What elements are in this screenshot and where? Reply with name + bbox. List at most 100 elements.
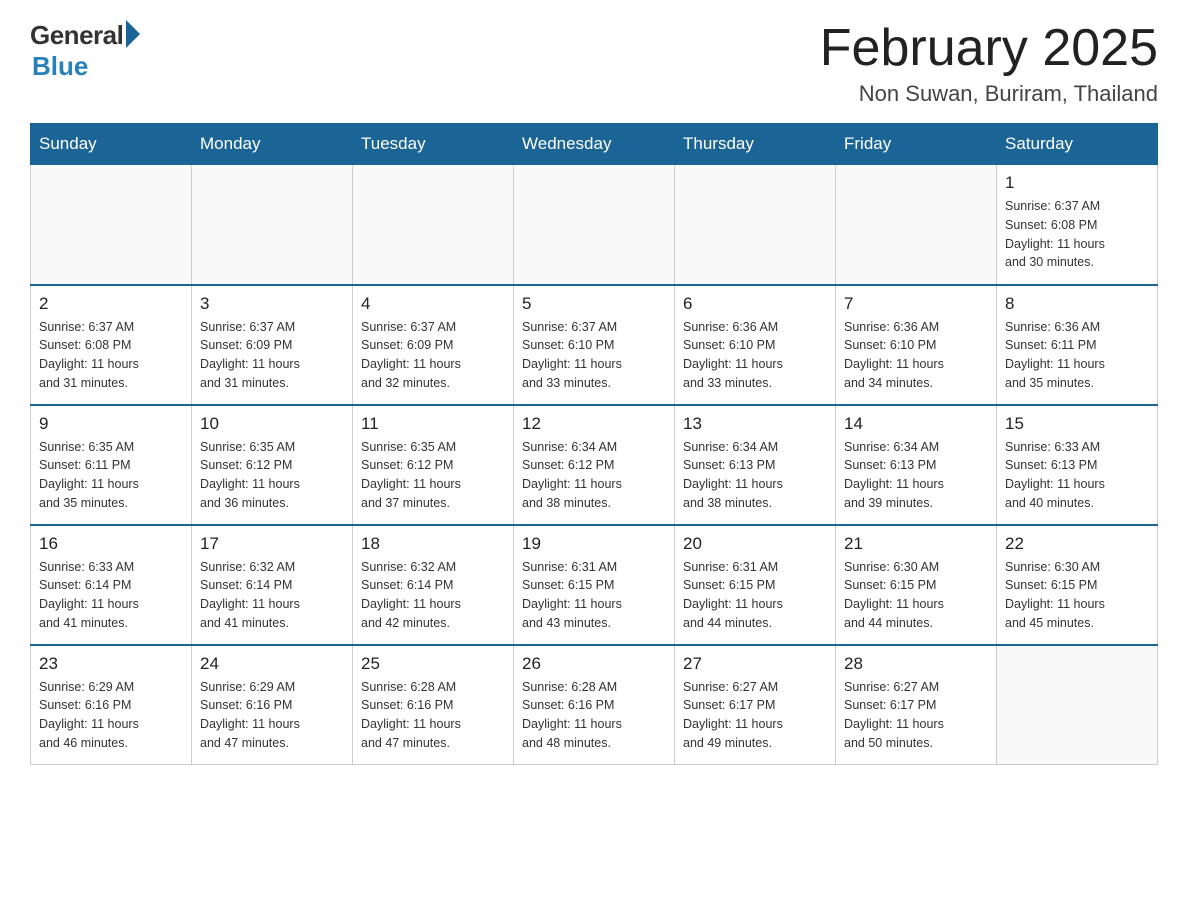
calendar-cell: 23 Sunrise: 6:29 AMSunset: 6:16 PMDayligh… [31, 645, 192, 765]
weekday-header-saturday: Saturday [997, 124, 1158, 165]
calendar-cell: 1Sunrise: 6:37 AMSunset: 6:08 PMDaylight… [997, 165, 1158, 285]
calendar-cell: 20 Sunrise: 6:31 AMSunset: 6:15 PMDayligh… [675, 525, 836, 645]
calendar-cell: 8 Sunrise: 6:36 AMSunset: 6:11 PMDaylight… [997, 285, 1158, 405]
calendar-week-row-1: 1Sunrise: 6:37 AMSunset: 6:08 PMDaylight… [31, 165, 1158, 285]
calendar-cell [192, 165, 353, 285]
calendar-cell [353, 165, 514, 285]
calendar-cell: 19 Sunrise: 6:31 AMSunset: 6:15 PMDayligh… [514, 525, 675, 645]
weekday-header-sunday: Sunday [31, 124, 192, 165]
day-number: 14 [844, 414, 988, 434]
day-info: Sunrise: 6:31 AMSunset: 6:15 PMDaylight:… [522, 558, 666, 633]
day-number: 25 [361, 654, 505, 674]
day-number: 23 [39, 654, 183, 674]
calendar-cell: 28 Sunrise: 6:27 AMSunset: 6:17 PMDayligh… [836, 645, 997, 765]
day-number: 12 [522, 414, 666, 434]
day-number: 20 [683, 534, 827, 554]
weekday-header-tuesday: Tuesday [353, 124, 514, 165]
day-number: 26 [522, 654, 666, 674]
calendar-cell: 22Sunrise: 6:30 AMSunset: 6:15 PMDayligh… [997, 525, 1158, 645]
day-number: 9 [39, 414, 183, 434]
day-info: Sunrise: 6:29 AMSunset: 6:16 PMDaylight:… [39, 678, 183, 753]
location-text: Non Suwan, Buriram, Thailand [820, 81, 1158, 107]
day-info: Sunrise: 6:34 AMSunset: 6:13 PMDaylight:… [844, 438, 988, 513]
day-info: Sunrise: 6:36 AMSunset: 6:11 PMDaylight:… [1005, 318, 1149, 393]
day-info: Sunrise: 6:36 AMSunset: 6:10 PMDaylight:… [683, 318, 827, 393]
calendar-cell [836, 165, 997, 285]
day-number: 6 [683, 294, 827, 314]
calendar-cell: 26 Sunrise: 6:28 AMSunset: 6:16 PMDayligh… [514, 645, 675, 765]
day-info: Sunrise: 6:31 AMSunset: 6:15 PMDaylight:… [683, 558, 827, 633]
day-info: Sunrise: 6:29 AMSunset: 6:16 PMDaylight:… [200, 678, 344, 753]
weekday-header-row: SundayMondayTuesdayWednesdayThursdayFrid… [31, 124, 1158, 165]
calendar-cell: 13Sunrise: 6:34 AMSunset: 6:13 PMDayligh… [675, 405, 836, 525]
day-number: 8 [1005, 294, 1149, 314]
day-number: 3 [200, 294, 344, 314]
logo: General Blue [30, 20, 140, 82]
day-number: 4 [361, 294, 505, 314]
calendar-cell: 3 Sunrise: 6:37 AMSunset: 6:09 PMDaylight… [192, 285, 353, 405]
day-info: Sunrise: 6:27 AMSunset: 6:17 PMDaylight:… [844, 678, 988, 753]
day-number: 21 [844, 534, 988, 554]
day-number: 28 [844, 654, 988, 674]
day-number: 18 [361, 534, 505, 554]
day-info: Sunrise: 6:28 AMSunset: 6:16 PMDaylight:… [361, 678, 505, 753]
day-info: Sunrise: 6:37 AMSunset: 6:10 PMDaylight:… [522, 318, 666, 393]
weekday-header-monday: Monday [192, 124, 353, 165]
weekday-header-thursday: Thursday [675, 124, 836, 165]
calendar-cell [675, 165, 836, 285]
day-info: Sunrise: 6:34 AMSunset: 6:13 PMDaylight:… [683, 438, 827, 513]
calendar-cell: 10Sunrise: 6:35 AMSunset: 6:12 PMDayligh… [192, 405, 353, 525]
calendar-cell: 18 Sunrise: 6:32 AMSunset: 6:14 PMDayligh… [353, 525, 514, 645]
day-info: Sunrise: 6:28 AMSunset: 6:16 PMDaylight:… [522, 678, 666, 753]
day-number: 5 [522, 294, 666, 314]
calendar-cell: 6 Sunrise: 6:36 AMSunset: 6:10 PMDaylight… [675, 285, 836, 405]
day-number: 15 [1005, 414, 1149, 434]
logo-general-text: General [30, 20, 123, 51]
day-number: 19 [522, 534, 666, 554]
calendar-cell [31, 165, 192, 285]
calendar-cell: 21 Sunrise: 6:30 AMSunset: 6:15 PMDayligh… [836, 525, 997, 645]
calendar-cell: 14 Sunrise: 6:34 AMSunset: 6:13 PMDayligh… [836, 405, 997, 525]
title-section: February 2025 Non Suwan, Buriram, Thaila… [820, 20, 1158, 107]
calendar-cell: 16 Sunrise: 6:33 AMSunset: 6:14 PMDayligh… [31, 525, 192, 645]
day-number: 24 [200, 654, 344, 674]
calendar-week-row-3: 9 Sunrise: 6:35 AMSunset: 6:11 PMDaylight… [31, 405, 1158, 525]
day-info: Sunrise: 6:34 AMSunset: 6:12 PMDaylight:… [522, 438, 666, 513]
day-info: Sunrise: 6:35 AMSunset: 6:11 PMDaylight:… [39, 438, 183, 513]
calendar-week-row-4: 16 Sunrise: 6:33 AMSunset: 6:14 PMDayligh… [31, 525, 1158, 645]
calendar-cell [514, 165, 675, 285]
calendar-cell: 2 Sunrise: 6:37 AMSunset: 6:08 PMDaylight… [31, 285, 192, 405]
day-number: 1 [1005, 173, 1149, 193]
day-info: Sunrise: 6:30 AMSunset: 6:15 PMDaylight:… [844, 558, 988, 633]
day-info: Sunrise: 6:32 AMSunset: 6:14 PMDaylight:… [200, 558, 344, 633]
day-info: Sunrise: 6:35 AMSunset: 6:12 PMDaylight:… [361, 438, 505, 513]
calendar-cell [997, 645, 1158, 765]
day-number: 16 [39, 534, 183, 554]
day-info: Sunrise: 6:32 AMSunset: 6:14 PMDaylight:… [361, 558, 505, 633]
day-info: Sunrise: 6:37 AMSunset: 6:09 PMDaylight:… [200, 318, 344, 393]
calendar-cell: 9 Sunrise: 6:35 AMSunset: 6:11 PMDaylight… [31, 405, 192, 525]
calendar-cell: 7 Sunrise: 6:36 AMSunset: 6:10 PMDaylight… [836, 285, 997, 405]
page-header: General Blue February 2025 Non Suwan, Bu… [30, 20, 1158, 107]
calendar-week-row-5: 23 Sunrise: 6:29 AMSunset: 6:16 PMDayligh… [31, 645, 1158, 765]
day-info: Sunrise: 6:36 AMSunset: 6:10 PMDaylight:… [844, 318, 988, 393]
day-info: Sunrise: 6:37 AMSunset: 6:09 PMDaylight:… [361, 318, 505, 393]
day-info: Sunrise: 6:33 AMSunset: 6:14 PMDaylight:… [39, 558, 183, 633]
calendar-cell: 4 Sunrise: 6:37 AMSunset: 6:09 PMDaylight… [353, 285, 514, 405]
logo-triangle-icon [126, 20, 140, 48]
day-info: Sunrise: 6:33 AMSunset: 6:13 PMDaylight:… [1005, 438, 1149, 513]
calendar-cell: 11Sunrise: 6:35 AMSunset: 6:12 PMDayligh… [353, 405, 514, 525]
calendar-cell: 17 Sunrise: 6:32 AMSunset: 6:14 PMDayligh… [192, 525, 353, 645]
day-info: Sunrise: 6:37 AMSunset: 6:08 PMDaylight:… [39, 318, 183, 393]
day-number: 7 [844, 294, 988, 314]
day-number: 22 [1005, 534, 1149, 554]
calendar-cell: 25 Sunrise: 6:28 AMSunset: 6:16 PMDayligh… [353, 645, 514, 765]
logo-blue-text: Blue [32, 51, 88, 82]
calendar-cell: 27Sunrise: 6:27 AMSunset: 6:17 PMDayligh… [675, 645, 836, 765]
day-number: 2 [39, 294, 183, 314]
day-number: 27 [683, 654, 827, 674]
day-number: 17 [200, 534, 344, 554]
weekday-header-friday: Friday [836, 124, 997, 165]
weekday-header-wednesday: Wednesday [514, 124, 675, 165]
calendar-cell: 24 Sunrise: 6:29 AMSunset: 6:16 PMDayligh… [192, 645, 353, 765]
